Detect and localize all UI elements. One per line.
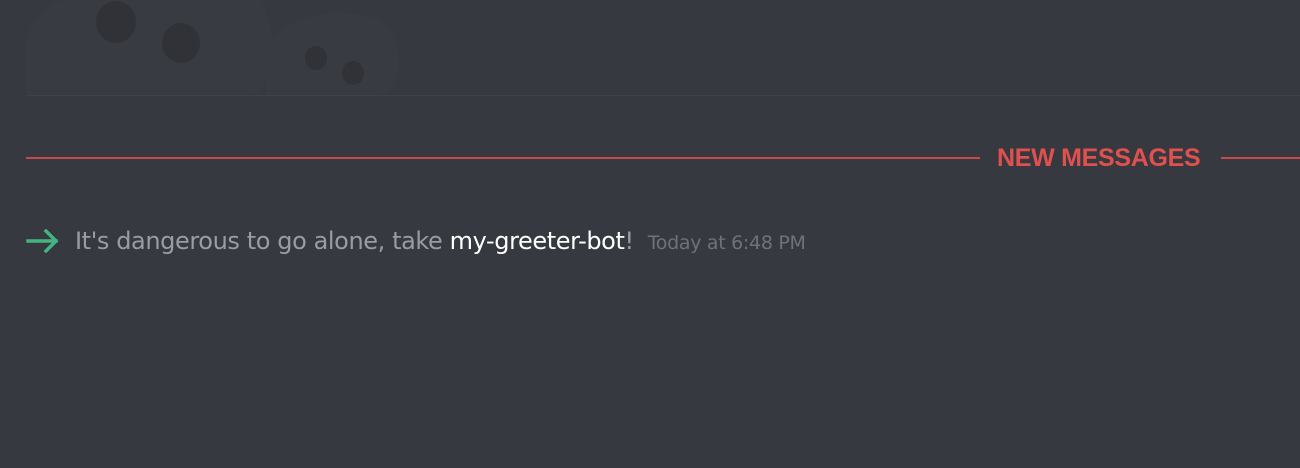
divider-line [1221,157,1300,159]
message-timestamp: Today at 6:48 PM [647,232,806,254]
channel-welcome-banner [26,0,1300,96]
message-text-before: It's dangerous to go alone, take [75,227,450,255]
message-text-after: ! [624,227,634,255]
member-join-message: It's dangerous to go alone, take my-gree… [26,221,806,261]
username-link[interactable]: my-greeter-bot [450,227,625,255]
divider-line [26,157,980,159]
new-messages-label: NEW MESSAGES [997,144,1201,172]
join-arrow-icon [26,229,59,253]
message-content: It's dangerous to go alone, take my-gree… [75,227,634,255]
new-messages-divider: NEW MESSAGES [26,140,1300,176]
wumpus-decoration-icon [26,0,399,95]
